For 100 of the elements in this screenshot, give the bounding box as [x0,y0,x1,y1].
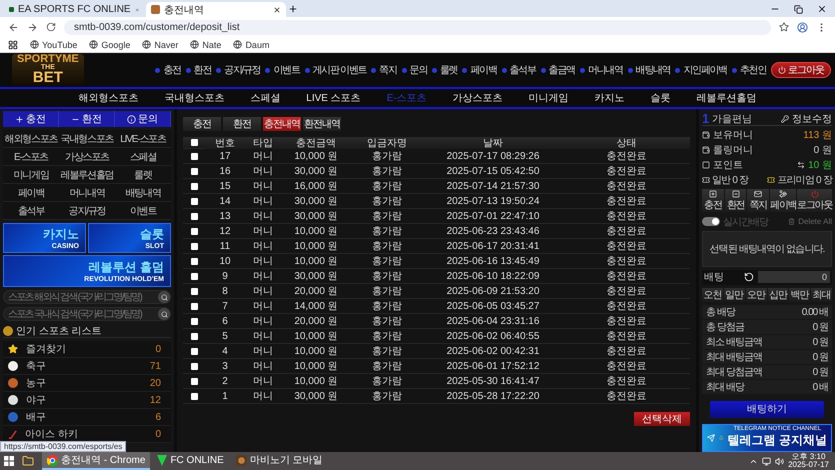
checkbox[interactable] [190,228,198,234]
nav-link[interactable]: 국내형스포츠 [164,91,224,105]
menu-link[interactable]: 문의 [410,63,428,77]
checkbox[interactable] [190,198,198,204]
checkbox[interactable] [190,212,198,220]
bookmark-link[interactable]: YouTube [30,40,78,50]
checkbox[interactable] [190,272,198,280]
delete-button[interactable]: 선택삭제 [634,412,690,426]
sidebar-link[interactable]: 이벤트 [115,202,171,220]
account-button[interactable]: 충전 [702,189,724,212]
folder-icon[interactable] [22,455,34,467]
account-button[interactable]: 로그아웃 [797,189,832,212]
search-field[interactable]: 스포츠 국내식 검색 (국가/리그명/팀명) [3,307,171,321]
bookmark-link[interactable]: Naver [142,40,178,50]
monitor-icon[interactable] [762,456,772,466]
sidebar-link[interactable]: 배팅내역 [115,184,171,202]
bookmark-link[interactable]: Nate [190,40,222,50]
sidebar-link[interactable]: E-스포츠 [3,148,59,166]
amount-chip[interactable]: 오천 [702,288,723,302]
sidebar-link[interactable]: 룰렛 [115,166,171,184]
reload-icon[interactable] [46,22,56,32]
menu-link[interactable]: 환전 [194,63,212,77]
checkbox[interactable] [190,348,198,354]
nav-link[interactable]: 미니게임 [528,91,569,105]
nav-link[interactable]: 가상스포츠 [452,91,503,105]
menu-link[interactable]: 출석부 [510,63,536,77]
nav-link[interactable]: 레볼루션홀덤 [696,91,757,105]
bookmark-link[interactable]: Google [89,40,130,50]
menu-link[interactable]: 지인페이백 [683,63,727,77]
taskbar-app[interactable]: 충전내역 - Chrome [42,452,150,470]
quick-button[interactable]: 환전 [59,111,115,127]
volume-icon[interactable] [775,456,784,466]
nav-link[interactable]: 스페셜 [250,91,280,105]
sidebar-link[interactable]: 머니내역 [59,184,115,202]
sidebar-link[interactable]: 공지/규정 [59,202,115,220]
menu-link[interactable]: 이벤트 [273,63,300,77]
menu-link[interactable]: 페이백 [470,63,497,77]
account-button[interactable]: 페이백 [770,189,796,212]
account-button[interactable]: 쪽지 [747,189,770,212]
checkbox[interactable] [190,288,198,294]
checkbox[interactable] [190,152,198,160]
checkbox[interactable] [190,362,198,370]
checkbox[interactable] [190,302,198,310]
checkbox[interactable] [190,332,198,340]
checkbox[interactable] [190,242,198,250]
sport-list-item[interactable]: 농구 20 [3,375,171,392]
menu-link[interactable]: 룰렛 [440,63,458,77]
nav-link[interactable]: 슬롯 [650,91,671,105]
quick-button[interactable]: 문의 [115,111,171,127]
sidebar-link[interactable]: 국내형스포츠 [59,130,115,148]
nav-link[interactable]: 해외형스포츠 [78,91,138,105]
sport-list-item[interactable]: 축구 71 [3,358,171,375]
sidebar-link[interactable]: 출석부 [3,202,59,220]
taskbar-app[interactable]: 마비노기 모바일 [230,452,328,470]
checkbox[interactable] [190,182,198,190]
sport-list-item[interactable]: 배구 6 [3,409,171,426]
menu-link[interactable]: 쪽지 [379,63,397,77]
sidebar-link[interactable]: LIVE-스포츠 [115,130,171,148]
taskbar-app[interactable]: FC ONLINE [152,452,229,470]
menu-link[interactable]: 공지/규정 [224,63,260,77]
sport-list-item[interactable]: 아이스 하키 0 [3,426,171,443]
bet-amount-field[interactable]: 0 [758,271,830,284]
quick-button[interactable]: 충전 [3,111,59,127]
tab[interactable]: 환전내역 [303,117,341,131]
account-button[interactable]: 환전 [724,189,746,212]
checkbox[interactable] [190,139,198,146]
clock[interactable]: 오후 3:10 2025-07-17 [788,453,829,469]
checkbox[interactable] [190,168,198,174]
new-tab-icon[interactable] [288,4,298,14]
amount-chip[interactable]: 최대 [811,288,832,302]
nav-link[interactable]: LIVE 스포츠 [306,91,361,105]
windows-icon[interactable] [4,456,14,466]
apps-icon[interactable] [8,40,18,50]
menu-link[interactable]: 추천인 [740,63,766,77]
place-bet-button[interactable]: 배팅하기 [710,400,824,418]
amount-chip[interactable]: 오만 [746,288,766,302]
menu-link[interactable]: 배팅내역 [636,63,670,77]
logout-button[interactable]: 로그아웃 [771,62,831,78]
menu-link[interactable]: 출금액 [548,63,575,77]
menu-link[interactable]: 게시판 이벤트 [312,63,366,77]
checkbox[interactable] [190,378,198,384]
reset-icon[interactable] [744,272,754,282]
nav-link[interactable]: 카지노 [594,91,625,105]
sidebar-link[interactable]: 스페셜 [115,148,171,166]
bookmark-link[interactable]: Daum [233,40,270,50]
sidebar-link[interactable]: 미니게임 [3,166,59,184]
sidebar-link[interactable]: 해외형스포츠 [3,130,59,148]
sidebar-link[interactable]: 가상스포츠 [59,148,115,166]
close-icon[interactable] [817,4,827,14]
amount-chip[interactable]: 일만 [724,288,745,302]
sidebar-link[interactable]: 페이백 [3,184,59,202]
forward-icon[interactable] [27,22,38,32]
bookmark-star-icon[interactable] [779,22,789,32]
sport-list-item[interactable]: 야구 12 [3,392,171,409]
tab[interactable]: 충전 [183,117,221,131]
toggle-switch[interactable] [702,217,720,226]
browser-tab[interactable]: 충전내역 [146,2,286,17]
restore-icon[interactable] [794,5,803,14]
amount-chip[interactable]: 백만 [789,288,810,302]
tab[interactable]: 충전내역 [263,117,301,131]
